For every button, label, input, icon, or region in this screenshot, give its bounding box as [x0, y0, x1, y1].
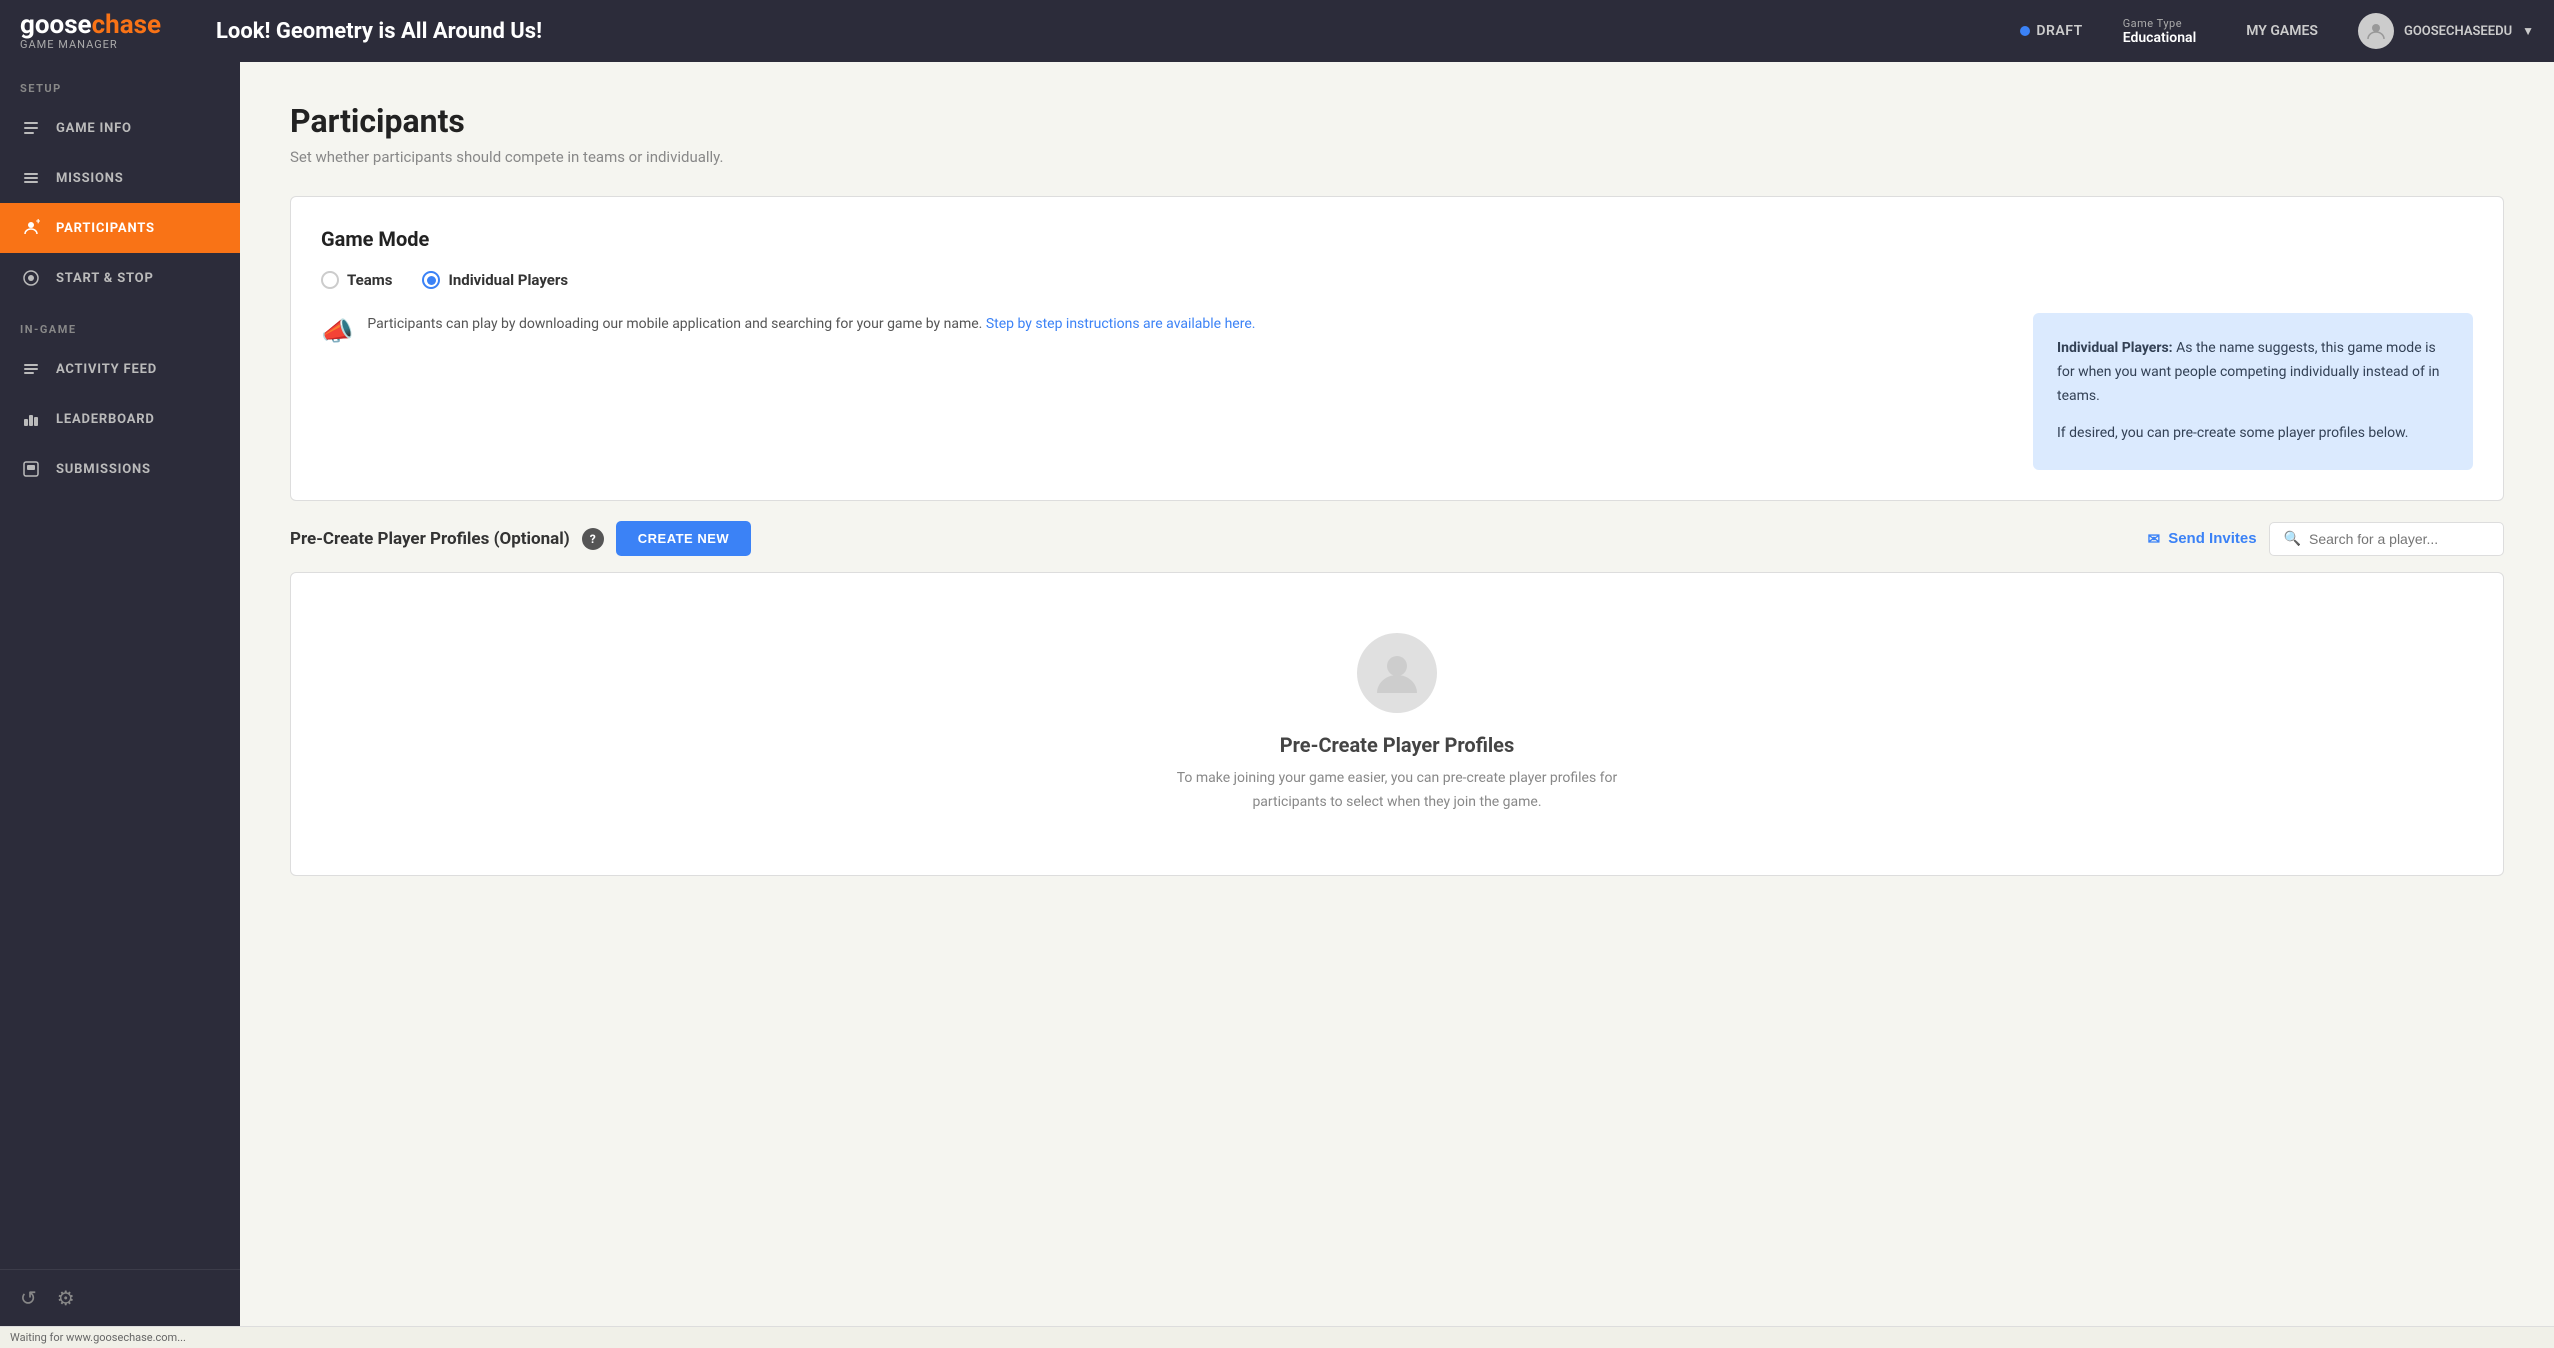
start-stop-icon	[20, 267, 42, 289]
game-type-value: Educational	[2123, 30, 2197, 46]
participants-icon: +	[20, 217, 42, 239]
sidebar-ingame-label: In-Game	[0, 303, 240, 344]
sidebar-item-missions[interactable]: MISSIONS	[0, 153, 240, 203]
search-icon: 🔍	[2284, 531, 2301, 547]
radio-teams-label: Teams	[347, 271, 392, 289]
send-invites-label: Send Invites	[2168, 530, 2256, 547]
game-mode-title: Game Mode	[321, 227, 2473, 251]
sidebar-label-leaderboard: LEADERBOARD	[56, 412, 155, 427]
sidebar-item-submissions[interactable]: SUBMISSIONS	[0, 444, 240, 494]
pre-create-section: Pre-Create Player Profiles (Optional) ? …	[290, 521, 2504, 876]
my-games-link[interactable]: MY GAMES	[2246, 23, 2318, 39]
info-text-part1: Participants can play by downloading our…	[367, 316, 982, 332]
logo-chase: chase	[92, 10, 161, 40]
pre-create-title: Pre-Create Player Profiles (Optional)	[290, 529, 570, 549]
draft-badge: DRAFT	[2020, 23, 2082, 39]
sidebar-item-participants[interactable]: + PARTICIPANTS	[0, 203, 240, 253]
draft-dot-icon	[2020, 26, 2030, 36]
content-area: Participants Set whether participants sh…	[240, 62, 2554, 1326]
game-mode-card: Game Mode Teams Individual Players 📣	[290, 196, 2504, 501]
sidebar-label-start-stop: START & STOP	[56, 271, 154, 286]
draft-label: DRAFT	[2036, 23, 2082, 39]
sidebar-label-game-info: GAME INFO	[56, 121, 132, 136]
activity-feed-icon	[20, 358, 42, 380]
leaderboard-icon	[20, 408, 42, 430]
empty-avatar-icon	[1357, 633, 1437, 713]
step-by-step-link[interactable]: Step by step instructions are available …	[986, 316, 1256, 332]
missions-icon	[20, 167, 42, 189]
info-row: 📣 Participants can play by downloading o…	[321, 313, 2473, 470]
radio-individual[interactable]: Individual Players	[422, 271, 568, 289]
tooltip-title: Individual Players:	[2057, 340, 2173, 356]
svg-text:+: +	[36, 219, 40, 226]
sidebar-label-submissions: SUBMISSIONS	[56, 462, 151, 477]
game-type-area: Game Type Educational	[2123, 17, 2197, 46]
page-title: Participants	[290, 102, 2504, 140]
sidebar-label-activity-feed: ACTIVITY FEED	[56, 362, 157, 377]
user-avatar	[2358, 13, 2394, 49]
info-text: Participants can play by downloading our…	[367, 313, 1255, 335]
info-right: Individual Players: As the name suggests…	[2033, 313, 2473, 470]
send-invites-button[interactable]: ✉ Send Invites	[2148, 530, 2257, 548]
chevron-down-icon: ▼	[2522, 24, 2534, 38]
sidebar-item-leaderboard[interactable]: LEADERBOARD	[0, 394, 240, 444]
pre-create-header: Pre-Create Player Profiles (Optional) ? …	[290, 521, 2504, 556]
status-text: Waiting for www.goosechase.com...	[10, 1331, 186, 1344]
sidebar-bottom: ↺ ⚙	[0, 1269, 240, 1326]
megaphone-icon: 📣	[321, 317, 353, 347]
empty-state-desc: To make joining your game easier, you ca…	[1157, 767, 1637, 815]
sidebar-label-missions: MISSIONS	[56, 171, 124, 186]
sidebar-label-participants: PARTICIPANTS	[56, 221, 155, 236]
sidebar-setup-label: Setup	[0, 62, 240, 103]
logo-subtitle: Game Manager	[20, 38, 180, 51]
tooltip-box: Individual Players: As the name suggests…	[2033, 313, 2473, 470]
page-subtitle: Set whether participants should compete …	[290, 148, 2504, 166]
user-name: GOOSECHASEEDU	[2404, 24, 2512, 39]
settings-icon[interactable]: ⚙	[57, 1286, 75, 1310]
tooltip-paragraph-2: If desired, you can pre-create some play…	[2057, 422, 2449, 446]
sidebar-item-start-stop[interactable]: START & STOP	[0, 253, 240, 303]
search-input[interactable]	[2309, 531, 2489, 547]
sidebar: Setup GAME INFO MISSIONS + PARTICIPANTS …	[0, 62, 240, 1326]
radio-individual-circle	[422, 271, 440, 289]
user-menu[interactable]: GOOSECHASEEDU ▼	[2358, 13, 2534, 49]
logo-area: goosechase Game Manager	[20, 12, 180, 51]
search-box: 🔍	[2269, 522, 2504, 556]
logo-goose: goose	[20, 10, 92, 40]
info-left: 📣 Participants can play by downloading o…	[321, 313, 2003, 347]
sidebar-item-activity-feed[interactable]: ACTIVITY FEED	[0, 344, 240, 394]
refresh-icon[interactable]: ↺	[20, 1286, 37, 1310]
game-info-icon	[20, 117, 42, 139]
tooltip-paragraph-1: Individual Players: As the name suggests…	[2057, 337, 2449, 408]
radio-teams-circle	[321, 271, 339, 289]
logo: goosechase	[20, 12, 180, 38]
sidebar-item-game-info[interactable]: GAME INFO	[0, 103, 240, 153]
submissions-icon	[20, 458, 42, 480]
game-type-label: Game Type	[2123, 17, 2182, 30]
radio-teams[interactable]: Teams	[321, 271, 392, 289]
info-box: 📣 Participants can play by downloading o…	[321, 313, 2003, 347]
main-layout: Setup GAME INFO MISSIONS + PARTICIPANTS …	[0, 62, 2554, 1326]
status-bar: Waiting for www.goosechase.com...	[0, 1326, 2554, 1348]
empty-state-title: Pre-Create Player Profiles	[1280, 733, 1515, 757]
radio-group: Teams Individual Players	[321, 271, 2473, 289]
empty-state-card: Pre-Create Player Profiles To make joini…	[290, 572, 2504, 876]
top-navigation: goosechase Game Manager Look! Geometry i…	[0, 0, 2554, 62]
create-new-button[interactable]: CREATE NEW	[616, 521, 751, 556]
game-title: Look! Geometry is All Around Us!	[216, 19, 2000, 44]
help-icon[interactable]: ?	[582, 528, 604, 550]
radio-individual-label: Individual Players	[448, 271, 568, 289]
envelope-icon: ✉	[2148, 530, 2161, 548]
